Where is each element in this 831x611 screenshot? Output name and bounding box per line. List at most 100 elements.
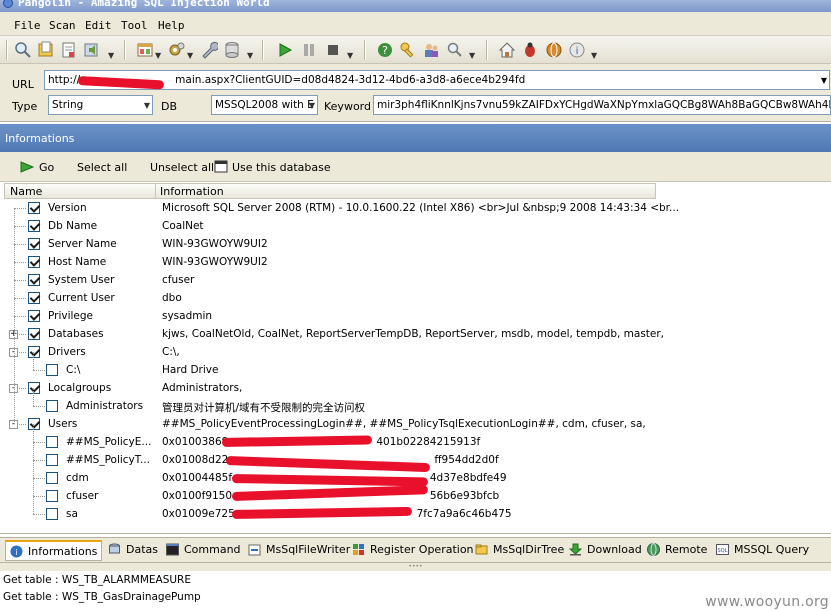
db-value: MSSQL2008 with E [215, 99, 314, 111]
chevron-down-icon[interactable]: ▼ [591, 50, 599, 62]
menu-scan[interactable]: Scan [49, 19, 76, 32]
row-checkbox[interactable] [46, 472, 58, 484]
chevron-down-icon[interactable]: ▼ [309, 99, 315, 113]
chevron-down-icon[interactable]: ▼ [469, 50, 477, 62]
tab-label: Remote [665, 543, 708, 556]
chevron-down-icon[interactable]: ▼ [821, 74, 827, 88]
row-information-text: dbo [162, 292, 182, 304]
table-row[interactable]: - Users ##MS_PolicyEventProcessingLogin##,… [0, 415, 831, 433]
row-checkbox[interactable] [28, 256, 40, 268]
tab-informations[interactable]: i Informations [5, 540, 102, 561]
info-icon[interactable]: i [568, 41, 586, 59]
bug-icon[interactable] [521, 41, 539, 59]
stop-icon[interactable] [324, 41, 342, 59]
chevron-down-icon[interactable]: ▼ [144, 99, 150, 113]
menu-help[interactable]: Help [158, 19, 185, 32]
watermark: www.wooyun.org [705, 594, 829, 610]
use-database-button[interactable]: Use this database [232, 161, 331, 174]
table-row[interactable]: - Localgroups Administrators, [0, 379, 831, 397]
home-icon[interactable] [498, 41, 516, 59]
row-checkbox[interactable] [28, 220, 40, 232]
magnifier-icon[interactable] [446, 41, 464, 59]
tab-mssqldirtree[interactable]: MsSqlDirTree [471, 540, 568, 561]
chevron-down-icon[interactable]: ▼ [247, 50, 255, 62]
row-checkbox[interactable] [28, 346, 40, 358]
grid-header: Name Information [4, 183, 656, 199]
play-icon[interactable] [276, 41, 294, 59]
speaker-icon[interactable] [83, 41, 101, 59]
menu-file[interactable]: File [14, 19, 41, 32]
tab-command[interactable]: Command [162, 540, 245, 561]
row-checkbox[interactable] [46, 400, 58, 412]
tab-download[interactable]: Download [565, 540, 646, 561]
table-row[interactable]: Version Microsoft SQL Server 2008 (RTM) -… [0, 199, 831, 217]
keyword-input[interactable]: mir3ph4fliKnnlKjns7vnu59kZAIFDxYCHgdWaXN… [373, 95, 831, 115]
table-row[interactable]: ##MS_PolicyE... 0x01003869 401b02284215913… [0, 433, 831, 451]
chevron-down-icon[interactable]: ▼ [347, 50, 355, 62]
pause-icon[interactable] [300, 41, 318, 59]
chevron-down-icon[interactable]: ▼ [108, 50, 116, 62]
search-icon[interactable] [14, 41, 32, 59]
type-select[interactable]: String ▼ [48, 95, 153, 115]
table-row[interactable]: Db Name CoalNet [0, 217, 831, 235]
table-row[interactable]: sa 0x01009e725 7fc7a9a6c46b475 [0, 505, 831, 523]
table-row[interactable]: cdm 0x01004485f 4d37e8bdfe49 [0, 469, 831, 487]
select-all-button[interactable]: Select all [77, 161, 127, 174]
table-row[interactable]: + Databases kjws, CoalNetOld, CoalNet, Rep… [0, 325, 831, 343]
tab-register-operation[interactable]: Register Operation [348, 540, 478, 561]
table-row[interactable]: ##MS_PolicyT... 0x01008d22 ff954dd2d0f [0, 451, 831, 473]
table-row[interactable]: cfuser 0x0100f9150 56b6e93bfcb [0, 485, 831, 505]
database-icon[interactable] [223, 41, 241, 59]
gears-icon[interactable] [168, 41, 186, 59]
tab-remote[interactable]: Remote [643, 540, 711, 561]
splitter-grip[interactable]: •••• [0, 563, 831, 571]
row-checkbox[interactable] [28, 418, 40, 430]
column-divider[interactable] [155, 184, 156, 198]
table-row[interactable]: Current User dbo [0, 289, 831, 307]
row-checkbox[interactable] [46, 364, 58, 376]
row-information-text: Administrators, [162, 382, 243, 394]
table-row[interactable]: Host Name WIN-93GWOYW9UI2 [0, 253, 831, 271]
tab-mssql-query[interactable]: SQL MSSQL Query [712, 540, 813, 561]
main-window: Pangolin - Amazing SQL Injection World F… [0, 0, 831, 611]
row-checkbox[interactable] [28, 202, 40, 214]
row-checkbox[interactable] [28, 274, 40, 286]
row-checkbox[interactable] [46, 436, 58, 448]
column-header-name[interactable]: Name [10, 185, 42, 198]
help-icon[interactable]: ? [376, 41, 394, 59]
table-row[interactable]: Privilege sysadmin [0, 307, 831, 325]
table-row[interactable]: C:\ Hard Drive [0, 361, 831, 379]
open-folder-icon[interactable] [37, 41, 55, 59]
row-checkbox[interactable] [28, 382, 40, 394]
table-row[interactable]: Server Name WIN-93GWOYW9UI2 [0, 235, 831, 253]
chevron-down-icon[interactable]: ▼ [187, 50, 195, 62]
row-checkbox[interactable] [46, 490, 58, 502]
row-name: Server Name [48, 238, 117, 250]
row-checkbox[interactable] [46, 508, 58, 520]
row-checkbox[interactable] [28, 292, 40, 304]
column-header-information[interactable]: Information [160, 185, 224, 198]
wrench-icon[interactable] [200, 41, 218, 59]
row-checkbox[interactable] [28, 310, 40, 322]
go-button[interactable]: Go [39, 161, 54, 174]
row-checkbox[interactable] [28, 328, 40, 340]
row-information: C:\, [162, 346, 180, 358]
document-icon[interactable] [60, 41, 78, 59]
globe-icon[interactable] [545, 41, 563, 59]
unselect-all-button[interactable]: Unselect all [150, 161, 214, 174]
table-row[interactable]: Administrators 管理员对计算机/域有不受限制的完全访问权 [0, 397, 831, 415]
table-row[interactable]: System User cfuser [0, 271, 831, 289]
key-icon[interactable] [399, 41, 417, 59]
row-checkbox[interactable] [46, 454, 58, 466]
menu-edit[interactable]: Edit [85, 19, 112, 32]
table-icon[interactable] [136, 41, 154, 59]
db-select[interactable]: MSSQL2008 with E ▼ [211, 95, 318, 115]
table-row[interactable]: - Drivers C:\, [0, 343, 831, 361]
tab-mssqlfilewriter[interactable]: MsSqlFileWriter [244, 540, 354, 561]
chevron-down-icon[interactable]: ▼ [155, 50, 163, 62]
tab-datas[interactable]: Datas [104, 540, 162, 561]
menu-tool[interactable]: Tool [121, 19, 148, 32]
users-icon[interactable] [422, 41, 440, 59]
keyword-label: Keyword [324, 100, 371, 113]
row-checkbox[interactable] [28, 238, 40, 250]
